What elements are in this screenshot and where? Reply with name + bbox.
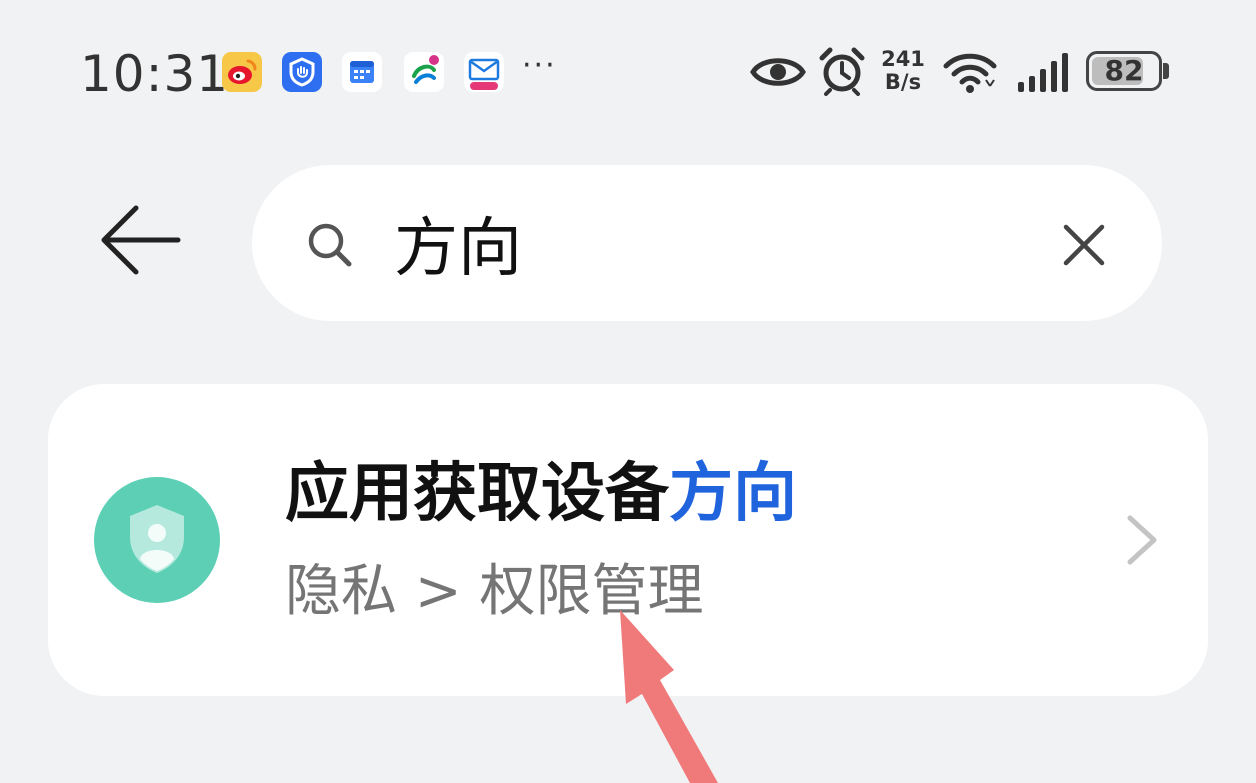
- privacy-shield-icon: [94, 477, 220, 603]
- alarm-icon: [819, 47, 865, 96]
- chevron-right-icon: [1127, 515, 1157, 565]
- weibo-icon: [222, 52, 262, 92]
- back-button[interactable]: [96, 200, 186, 290]
- battery-cap: [1163, 63, 1169, 79]
- net-speed-unit: B/s: [884, 70, 922, 94]
- result-title-prefix: 应用获取设备: [285, 457, 669, 531]
- battery-percent: 82: [1104, 54, 1144, 87]
- search-bar[interactable]: [252, 165, 1162, 321]
- china-mobile-icon: [404, 52, 444, 92]
- close-icon: [1063, 224, 1105, 266]
- result-title-highlight: 方向: [669, 457, 797, 531]
- search-input[interactable]: [394, 205, 1034, 281]
- annotation-arrow-icon: [620, 610, 718, 783]
- result-title: 应用获取设备方向: [285, 452, 797, 536]
- search-icon: [308, 223, 352, 267]
- mail-139-icon: [464, 52, 504, 92]
- shield-app-icon: [282, 52, 322, 92]
- net-speed-value: 241: [881, 47, 925, 71]
- status-time: 10:31: [80, 45, 230, 103]
- status-bar: 10:31 ··· 241 B/s 82: [0, 0, 1256, 140]
- calendar-app-icon: [342, 52, 382, 92]
- wifi-icon: [943, 53, 997, 93]
- eye-icon: [750, 58, 806, 86]
- more-notifications-icon: ···: [522, 48, 557, 83]
- battery-icon: 82: [1086, 51, 1162, 91]
- back-arrow-icon: [101, 205, 181, 275]
- clear-search-button[interactable]: [1056, 217, 1112, 273]
- signal-icon: [1018, 53, 1068, 92]
- net-speed: 241 B/s: [880, 48, 926, 94]
